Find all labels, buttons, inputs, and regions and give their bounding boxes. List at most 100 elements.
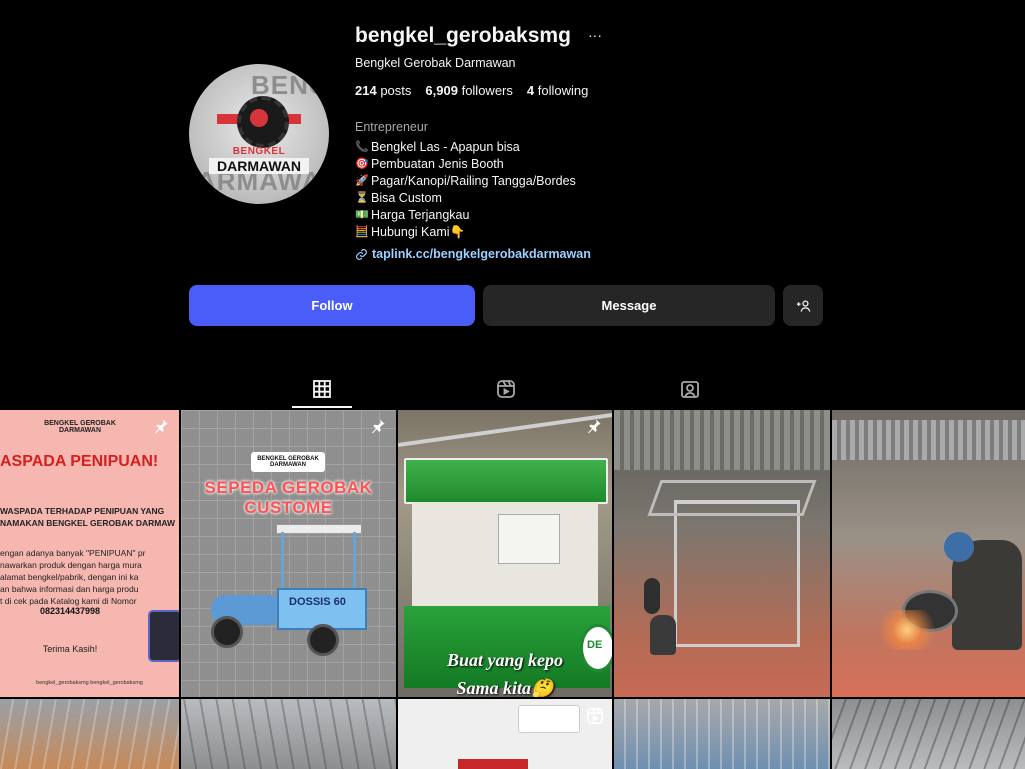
post-tile[interactable]: DE Buat yang kepo Sama kita🤔 <box>398 410 612 697</box>
bio-line-text: Hubungi Kami👇 <box>371 225 466 239</box>
following-stat[interactable]: 4 following <box>527 83 588 98</box>
reels-icon <box>497 380 515 398</box>
followers-count: 6,909 <box>425 83 458 98</box>
post-heading: ASPADA PENIPUAN! <box>0 453 159 470</box>
bio-line-text: Bengkel Las - Apapun bisa <box>371 140 520 154</box>
post-tile[interactable] <box>0 699 179 769</box>
phone-icon: 📞 <box>355 141 369 153</box>
post-title: sepeda gerobak <box>204 478 373 497</box>
tab-reels[interactable] <box>476 370 536 408</box>
phone-illustration <box>148 610 179 662</box>
cart-roof <box>276 524 362 534</box>
bio-line: 🎯 Pembuatan Jenis Booth <box>355 156 576 173</box>
sparks <box>872 610 942 650</box>
roof-sheet <box>832 420 1025 460</box>
roof-sheet <box>832 699 1025 769</box>
post-caption: Sama kita🤔 <box>456 678 554 697</box>
pin-icon <box>372 419 385 434</box>
add-user-icon <box>796 299 811 312</box>
bio-line: 💵 Harga Terjangkau <box>355 207 576 224</box>
booth-counter: DE <box>404 606 612 688</box>
posts-grid: BENGKEL GEROBAK DARMAWAN ASPADA PENIPUAN… <box>0 410 1025 769</box>
bio-line: 📞 Bengkel Las - Apapun bisa <box>355 139 576 156</box>
reel-badge-icon <box>586 707 604 725</box>
profile-link-text: taplink.cc/bengkelgerobakdarmawan <box>372 247 591 261</box>
post-caption: Buat yang kepo <box>446 650 563 670</box>
avatar-gear-center <box>250 109 268 127</box>
roof-sheet <box>181 699 396 769</box>
posts-count: 214 <box>355 83 377 98</box>
post-tile[interactable] <box>832 410 1025 697</box>
bio-line: 🧮 Hubungi Kami👇 <box>355 224 576 241</box>
bio-line: 🚀 Pagar/Kanopi/Railing Tangga/Bordes <box>355 173 576 190</box>
suggest-user-button[interactable] <box>783 285 823 326</box>
post-tile[interactable] <box>398 699 612 769</box>
profile-category: Entrepreneur <box>355 120 428 134</box>
profile-stats: 214 posts 6,909 followers 4 following <box>355 83 588 98</box>
profile-full-name: Bengkel Gerobak Darmawan <box>355 56 516 70</box>
frame-structure <box>674 500 800 647</box>
post-tile[interactable] <box>181 699 396 769</box>
pin-icon <box>155 419 168 434</box>
scooter-wheel <box>211 616 243 648</box>
bio-line-text: Pembuatan Jenis Booth <box>371 157 504 171</box>
post-tile[interactable]: BENGKEL GEROBAK DARMAWAN sepeda gerobak … <box>181 410 396 697</box>
posts-label: posts <box>380 83 412 98</box>
calculator-icon: 🧮 <box>355 226 369 238</box>
following-count: 4 <box>526 83 535 98</box>
worker-figure <box>650 615 676 655</box>
cart-label: DOSSIS 60 <box>289 596 346 608</box>
profile-avatar[interactable]: BENG ARMAWA BENGKEL GEROBAK DARMAWAN <box>189 64 329 204</box>
roof-sheet <box>614 410 830 470</box>
tab-tagged[interactable] <box>660 370 720 408</box>
grid-icon <box>313 380 331 398</box>
roof-sheet <box>614 699 830 769</box>
profile-link[interactable]: taplink.cc/bengkelgerobakdarmawan <box>355 247 591 261</box>
booth-interior <box>412 502 598 610</box>
avatar-brand-line2: DARMAWAN <box>209 158 309 174</box>
post-body: nawarkan produk dengan harga mura <box>0 560 142 570</box>
post-tile[interactable]: BENGKEL GEROBAK DARMAWAN ASPADA PENIPUAN… <box>0 410 179 697</box>
link-icon <box>356 248 367 260</box>
hourglass-icon: ⏳ <box>355 192 369 204</box>
bio-line-text: Pagar/Kanopi/Railing Tangga/Bordes <box>371 174 576 188</box>
cart-wheel <box>307 624 339 656</box>
profile-username: bengkel_gerobaksmg <box>355 24 571 47</box>
post-tile[interactable] <box>614 410 830 697</box>
ac-unit <box>518 705 580 733</box>
profile-tabs <box>0 370 1025 408</box>
bio-line-text: Harga Terjangkau <box>371 208 470 222</box>
follow-button[interactable]: Follow <box>189 285 475 326</box>
post-footer: bengkel_gerobaksmg bengkel_gerobaksmg <box>36 680 143 686</box>
worker-figure <box>644 578 660 614</box>
message-button[interactable]: Message <box>483 285 775 326</box>
target-icon: 🎯 <box>355 158 369 170</box>
rocket-icon: 🚀 <box>355 175 369 187</box>
cart-pole <box>353 532 356 592</box>
money-icon: 💵 <box>355 209 369 221</box>
post-title: custome <box>244 498 333 517</box>
roof-beam <box>398 412 612 448</box>
post-body: alamat bengkel/pabrik, dengan ini ka <box>0 572 139 582</box>
post-body: t di cek pada Katalog kami di Nomor <box>0 596 137 606</box>
post-body: an bahwa informasi dan harga produ <box>0 584 139 594</box>
worker-head <box>944 532 974 562</box>
roof-sheet <box>0 699 179 769</box>
post-thanks: Terima Kasih! <box>42 644 98 654</box>
red-sign <box>458 759 528 769</box>
post-logo: BENGKEL GEROBAK DARMAWAN <box>251 452 325 472</box>
bio-line: ⏳ Bisa Custom <box>355 190 576 207</box>
post-tile[interactable] <box>614 699 830 769</box>
following-label: following <box>537 83 589 98</box>
bio-line-text: Bisa Custom <box>371 191 442 205</box>
followers-stat[interactable]: 6,909 followers <box>425 83 512 98</box>
tab-posts[interactable] <box>292 370 352 408</box>
pin-icon <box>588 419 601 434</box>
more-options-icon[interactable]: ··· <box>588 27 602 43</box>
profile-bio: 📞 Bengkel Las - Apapun bisa 🎯 Pembuatan Je… <box>355 139 576 241</box>
followers-label: followers <box>461 83 513 98</box>
post-tile[interactable] <box>832 699 1025 769</box>
post-line: WASPADA TERHADAP PENIPUAN YANG <box>0 506 165 516</box>
cart-pole <box>281 532 284 592</box>
tagged-icon <box>681 381 699 398</box>
